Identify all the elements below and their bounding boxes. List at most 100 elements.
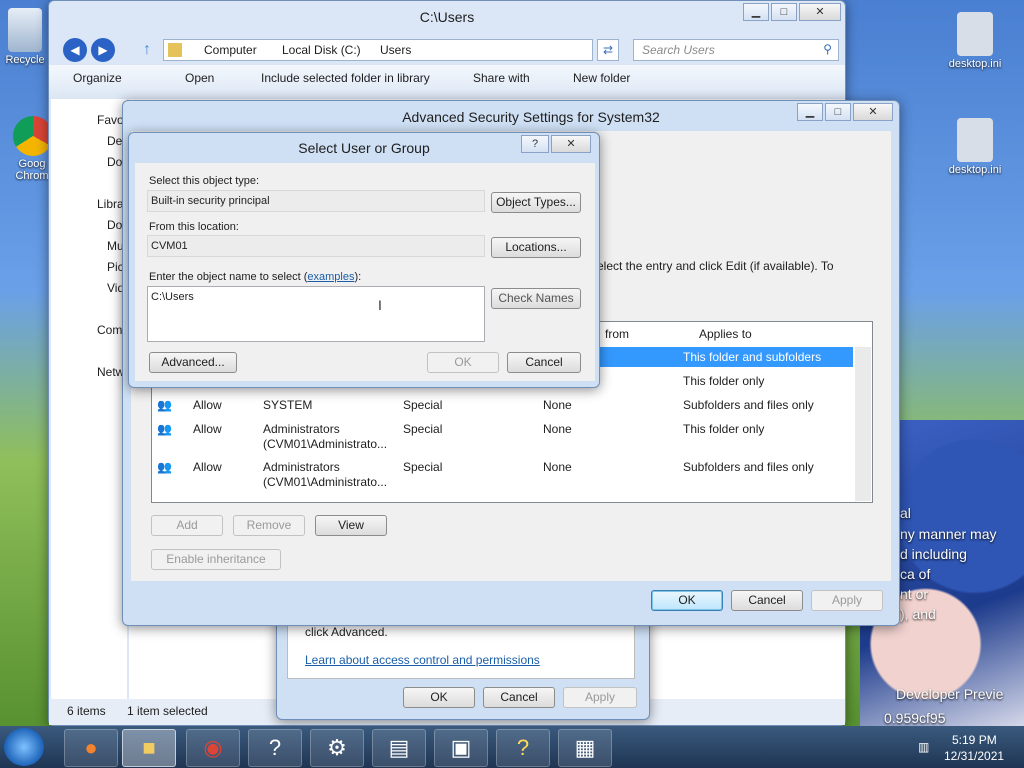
row-applies[interactable]: This folder and subfolders: [683, 350, 821, 364]
select-user-dialog: Select User or Group ? ✕ Select this obj…: [128, 132, 600, 388]
breadcrumb-users[interactable]: Users: [380, 43, 411, 57]
close-button[interactable]: ✕: [799, 3, 841, 21]
row-principal[interactable]: Administrators: [263, 460, 340, 474]
up-button[interactable]: ↑: [143, 41, 151, 59]
nav-favorites[interactable]: Favo: [97, 113, 124, 127]
row-applies[interactable]: Subfolders and files only: [683, 398, 814, 412]
list-scrollbar[interactable]: [855, 347, 871, 501]
forward-button[interactable]: ▶: [91, 38, 115, 62]
wallpaper-text: ny manner may: [900, 526, 997, 542]
calendar-task-icon[interactable]: ▦: [558, 729, 612, 767]
search-input[interactable]: Search Users ⚲: [633, 39, 839, 61]
advanced-hint: click Advanced.: [305, 625, 388, 639]
row-type[interactable]: Allow: [193, 460, 222, 474]
view-button[interactable]: View: [315, 515, 387, 536]
document-task-icon[interactable]: ▤: [372, 729, 426, 767]
desktop-ini-icon[interactable]: desktop.ini: [940, 12, 1010, 70]
status-selected: 1 item selected: [127, 704, 208, 718]
properties-cancel-button[interactable]: Cancel: [483, 687, 555, 708]
row-applies[interactable]: This folder only: [683, 374, 764, 388]
explorer-task-icon[interactable]: ■: [122, 729, 176, 767]
start-button[interactable]: [4, 728, 44, 766]
add-button[interactable]: Add: [151, 515, 223, 536]
row-inherited[interactable]: None: [543, 460, 572, 474]
include-in-library-button[interactable]: Include selected folder in library: [261, 71, 430, 85]
new-folder-button[interactable]: New folder: [573, 71, 630, 85]
clock-date[interactable]: 12/31/2021: [944, 749, 1004, 763]
properties-apply-button[interactable]: Apply: [563, 687, 637, 708]
help-button[interactable]: ?: [521, 135, 549, 153]
access-control-link[interactable]: Learn about access control and permissio…: [305, 653, 540, 667]
clock-time[interactable]: 5:19 PM: [952, 733, 997, 747]
location-field: CVM01: [147, 235, 485, 257]
row-inherited[interactable]: None: [543, 398, 572, 412]
help-task-icon[interactable]: ?: [248, 729, 302, 767]
nav-fav-item[interactable]: Do: [107, 155, 122, 169]
back-button[interactable]: ◀: [63, 38, 87, 62]
nav-lib-item[interactable]: Do: [107, 218, 122, 232]
row-principal[interactable]: Administrators: [263, 422, 340, 436]
check-names-button[interactable]: Check Names: [491, 288, 581, 309]
select-ok-button[interactable]: OK: [427, 352, 499, 373]
wallpaper-text: ), and: [900, 606, 936, 622]
user-group-icon: 👥: [157, 422, 172, 436]
col-applies-to[interactable]: Applies to: [699, 327, 752, 341]
network-tray-icon[interactable]: ▥: [918, 740, 929, 754]
properties-ok-button[interactable]: OK: [403, 687, 475, 708]
row-access[interactable]: Special: [403, 422, 442, 436]
row-principal-detail[interactable]: (CVM01\Administrato...: [263, 437, 387, 451]
nav-pane: [51, 99, 127, 699]
maximize-button[interactable]: □: [825, 103, 851, 121]
locations-button[interactable]: Locations...: [491, 237, 581, 258]
open-button[interactable]: Open: [185, 71, 214, 85]
col-inherited-from[interactable]: from: [605, 327, 629, 341]
minimize-button[interactable]: ▁: [797, 103, 823, 121]
chrome-task-icon[interactable]: ◉: [186, 729, 240, 767]
row-type[interactable]: Allow: [193, 422, 222, 436]
status-item-count: 6 items: [67, 704, 106, 718]
wallpaper-text: d including: [900, 546, 967, 562]
row-access[interactable]: Special: [403, 460, 442, 474]
remove-button[interactable]: Remove: [233, 515, 305, 536]
minimize-button[interactable]: ▁: [743, 3, 769, 21]
breadcrumb-computer[interactable]: Computer: [204, 43, 257, 57]
row-applies[interactable]: Subfolders and files only: [683, 460, 814, 474]
advanced-ok-button[interactable]: OK: [651, 590, 723, 611]
advanced-apply-button[interactable]: Apply: [811, 590, 883, 611]
row-principal-detail[interactable]: (CVM01\Administrato...: [263, 475, 387, 489]
wallpaper-text: ca of: [900, 566, 931, 582]
share-with-button[interactable]: Share with: [473, 71, 530, 85]
maximize-button[interactable]: □: [771, 3, 797, 21]
row-access[interactable]: Special: [403, 398, 442, 412]
address-bar[interactable]: Computer Local Disk (C:) Users: [163, 39, 593, 61]
nav-computer[interactable]: Com: [97, 323, 122, 337]
network-task-icon[interactable]: ▣: [434, 729, 488, 767]
explorer-title: C:\Users: [419, 9, 475, 25]
examples-link[interactable]: examples: [307, 271, 354, 283]
advanced-cancel-button[interactable]: Cancel: [731, 590, 803, 611]
object-types-button[interactable]: Object Types...: [491, 192, 581, 213]
nav-network[interactable]: Netw: [97, 365, 124, 379]
breadcrumb-local-disk[interactable]: Local Disk (C:): [282, 43, 361, 57]
row-type[interactable]: Allow: [193, 398, 222, 412]
properties-task-icon[interactable]: ?: [496, 729, 550, 767]
text-cursor-icon: I: [378, 297, 382, 313]
nav-libraries[interactable]: Libra: [97, 197, 124, 211]
row-principal[interactable]: SYSTEM: [263, 398, 312, 412]
close-button[interactable]: ✕: [551, 135, 591, 153]
desktop-ini-icon-2[interactable]: desktop.ini: [940, 118, 1010, 176]
enable-inheritance-button[interactable]: Enable inheritance: [151, 549, 281, 570]
row-applies[interactable]: This folder only: [683, 422, 764, 436]
nav-fav-item[interactable]: De: [107, 134, 122, 148]
advanced-button[interactable]: Advanced...: [149, 352, 237, 373]
user-group-icon: 👥: [157, 460, 172, 474]
firefox-task-icon[interactable]: ●: [64, 729, 118, 767]
organize-button[interactable]: Organize: [73, 71, 122, 85]
refresh-button[interactable]: ⇄: [597, 39, 619, 61]
close-button[interactable]: ✕: [853, 103, 893, 121]
object-name-input[interactable]: C:\Users I: [147, 286, 485, 342]
row-inherited[interactable]: None: [543, 422, 572, 436]
settings-task-icon[interactable]: ⚙: [310, 729, 364, 767]
select-cancel-button[interactable]: Cancel: [507, 352, 581, 373]
wallpaper-text: al: [900, 505, 911, 521]
